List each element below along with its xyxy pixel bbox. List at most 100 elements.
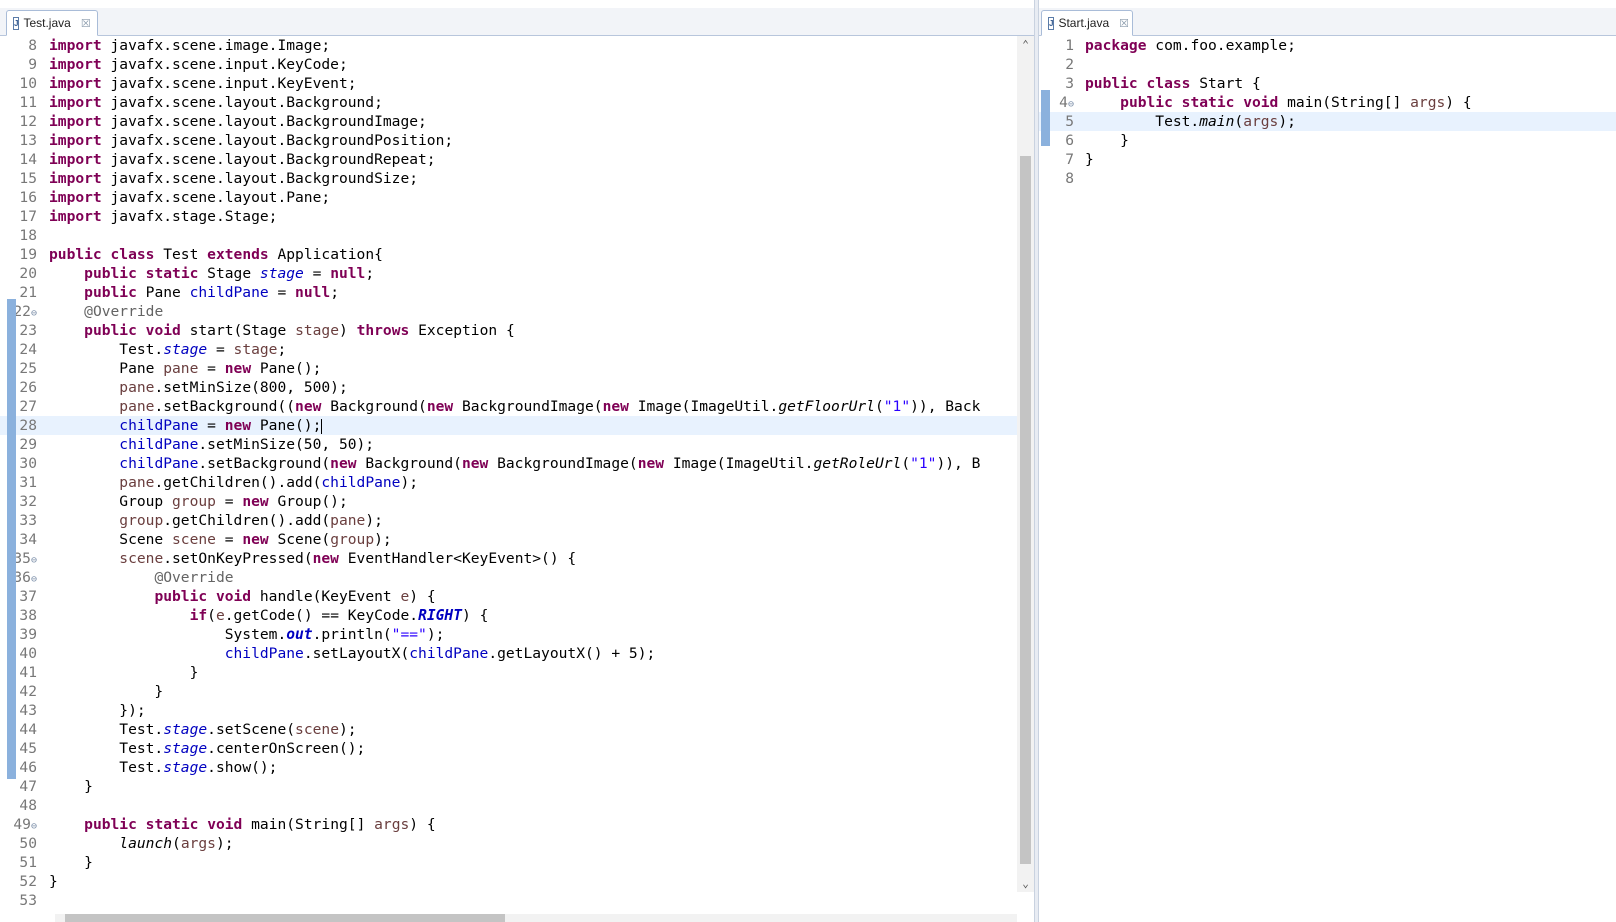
code-text: public class Test extends Application{ (49, 246, 383, 263)
vertical-scrollbar[interactable]: ⌃ ⌄ (1017, 36, 1034, 892)
fold-toggle-icon[interactable]: ⊖ (31, 555, 37, 566)
line-number: 16 (19, 189, 37, 206)
editor-pane-test-java: J Test.java ☒ 8 import javafx.scene.image… (0, 0, 1034, 922)
scrollbar-thumb[interactable] (1020, 156, 1031, 864)
line-number: 11 (19, 94, 37, 111)
code-line[interactable]: 53 (0, 891, 1017, 910)
code-line[interactable]: 4⊖ public static void main(String[] args… (1039, 93, 1616, 112)
code-line[interactable]: 46 Test.stage.show(); (0, 758, 1017, 777)
code-line[interactable]: 18 (0, 226, 1017, 245)
code-editor[interactable]: 1 package com.foo.example; 2 3 public class … (1039, 36, 1616, 188)
line-number: 24 (19, 341, 37, 358)
line-number: 22⊖ (13, 303, 37, 320)
line-number: 8 (28, 37, 37, 54)
code-line[interactable]: 48 (0, 796, 1017, 815)
line-number: 52 (19, 873, 37, 890)
code-line[interactable]: 5 Test.main(args); (1039, 112, 1616, 131)
code-text: public Pane childPane = null; (84, 284, 339, 301)
code-line[interactable]: 14 import javafx.scene.layout.BackgroundR… (0, 150, 1017, 169)
code-editor[interactable]: 8 import javafx.scene.image.Image; 9 import… (0, 36, 1017, 910)
code-line[interactable]: 33 group.getChildren().add(pane); (0, 511, 1017, 530)
code-text: Scene scene = new Scene(group); (49, 531, 392, 548)
code-line[interactable]: 28 childPane = new Pane(); (0, 416, 1017, 435)
code-line[interactable]: 7} (1039, 150, 1616, 169)
code-text: if(e.getCode() == KeyCode.RIGHT) { (189, 607, 489, 624)
close-tab-icon[interactable]: ☒ (81, 17, 91, 30)
code-line[interactable]: 41 } (0, 663, 1017, 682)
tab-start-java[interactable]: J Start.java ☒ (1041, 10, 1133, 36)
scroll-up-icon[interactable]: ⌃ (1017, 38, 1034, 51)
code-line[interactable]: 29 childPane.setMinSize(50, 50); (0, 435, 1017, 454)
code-text: Test.stage = stage; (49, 341, 287, 358)
code-line[interactable]: 37 public void handle(KeyEvent e) { (0, 587, 1017, 606)
code-line[interactable]: 21 public Pane childPane = null; (0, 283, 1017, 302)
code-line[interactable]: 1 package com.foo.example; (1039, 36, 1616, 55)
fold-toggle-icon[interactable]: ⊖ (31, 574, 37, 585)
scroll-down-icon[interactable]: ⌄ (1017, 877, 1034, 890)
code-line[interactable]: 36⊖ @Override (0, 568, 1017, 587)
code-text: import javafx.scene.image.Image; (49, 37, 331, 54)
code-line[interactable]: 2 (1039, 55, 1616, 74)
code-line[interactable]: 20 public static Stage stage = null; (0, 264, 1017, 283)
code-line[interactable]: 12 import javafx.scene.layout.BackgroundI… (0, 112, 1017, 131)
code-line[interactable]: 43 }); (0, 701, 1017, 720)
editor-pane-start-java: J Start.java ☒ 1 package com.foo.example;… (1039, 0, 1616, 922)
code-line[interactable]: 6 } (1039, 131, 1616, 150)
code-text: }); (49, 702, 146, 719)
code-line[interactable]: 27 pane.setBackground((new Background(ne… (0, 397, 1017, 416)
code-text: childPane.setMinSize(50, 50); (119, 436, 375, 453)
fold-toggle-icon[interactable]: ⊖ (31, 821, 37, 832)
horizontal-scrollbar[interactable] (55, 914, 1017, 922)
code-line[interactable]: 8 import javafx.scene.image.Image; (0, 36, 1017, 55)
code-line[interactable]: 9 import javafx.scene.input.KeyCode; (0, 55, 1017, 74)
code-line[interactable]: 39 System.out.println("=="); (0, 625, 1017, 644)
line-number: 36⊖ (13, 569, 37, 586)
code-line[interactable]: 47 } (0, 777, 1017, 796)
code-line[interactable]: 16 import javafx.scene.layout.Pane; (0, 188, 1017, 207)
code-line[interactable]: 31 pane.getChildren().add(childPane); (0, 473, 1017, 492)
tab-test-java[interactable]: J Test.java ☒ (6, 10, 98, 36)
code-text: public static Stage stage = null; (84, 265, 375, 282)
code-line[interactable]: 11 import javafx.scene.layout.Background; (0, 93, 1017, 112)
code-line[interactable]: 8 (1039, 169, 1616, 188)
fold-toggle-icon[interactable]: ⊖ (31, 308, 37, 319)
code-line[interactable]: 49⊖ public static void main(String[] arg… (0, 815, 1017, 834)
code-line[interactable]: 15 import javafx.scene.layout.BackgroundS… (0, 169, 1017, 188)
code-line[interactable]: 22⊖ @Override (0, 302, 1017, 321)
code-text: import javafx.scene.input.KeyCode; (49, 56, 348, 73)
line-number: 42 (19, 683, 37, 700)
code-line[interactable]: 52} (0, 872, 1017, 891)
close-tab-icon[interactable]: ☒ (1119, 17, 1129, 30)
code-line[interactable]: 26 pane.setMinSize(800, 500); (0, 378, 1017, 397)
code-text: childPane.setLayoutX(childPane.getLayout… (224, 645, 656, 662)
code-line[interactable]: 42 } (0, 682, 1017, 701)
code-line[interactable]: 45 Test.stage.centerOnScreen(); (0, 739, 1017, 758)
code-line[interactable]: 30 childPane.setBackground(new Backgroun… (0, 454, 1017, 473)
code-line[interactable]: 25 Pane pane = new Pane(); (0, 359, 1017, 378)
code-text: launch(args); (119, 835, 234, 852)
line-number: 26 (19, 379, 37, 396)
code-text: scene.setOnKeyPressed(new EventHandler<K… (119, 550, 577, 567)
scrollbar-thumb[interactable] (65, 914, 505, 922)
code-line[interactable]: 3 public class Start { (1039, 74, 1616, 93)
code-line[interactable]: 51 } (0, 853, 1017, 872)
line-number: 1 (1065, 37, 1074, 54)
code-line[interactable]: 40 childPane.setLayoutX(childPane.getLay… (0, 644, 1017, 663)
code-line[interactable]: 34 Scene scene = new Scene(group); (0, 530, 1017, 549)
code-text: } (1085, 132, 1129, 149)
code-line[interactable]: 10 import javafx.scene.input.KeyEvent; (0, 74, 1017, 93)
fold-toggle-icon[interactable]: ⊖ (1068, 99, 1074, 110)
code-text: childPane.setBackground(new Background(n… (119, 455, 981, 472)
code-text: package com.foo.example; (1085, 37, 1296, 54)
code-line[interactable]: 35⊖ scene.setOnKeyPressed(new EventHandl… (0, 549, 1017, 568)
code-line[interactable]: 13 import javafx.scene.layout.BackgroundP… (0, 131, 1017, 150)
code-text: import javafx.stage.Stage; (49, 208, 278, 225)
code-line[interactable]: 32 Group group = new Group(); (0, 492, 1017, 511)
code-line[interactable]: 24 Test.stage = stage; (0, 340, 1017, 359)
code-line[interactable]: 17 import javafx.stage.Stage; (0, 207, 1017, 226)
code-line[interactable]: 23 public void start(Stage stage) throws… (0, 321, 1017, 340)
code-line[interactable]: 38 if(e.getCode() == KeyCode.RIGHT) { (0, 606, 1017, 625)
code-line[interactable]: 44 Test.stage.setScene(scene); (0, 720, 1017, 739)
code-line[interactable]: 19 public class Test extends Application{ (0, 245, 1017, 264)
code-line[interactable]: 50 launch(args); (0, 834, 1017, 853)
